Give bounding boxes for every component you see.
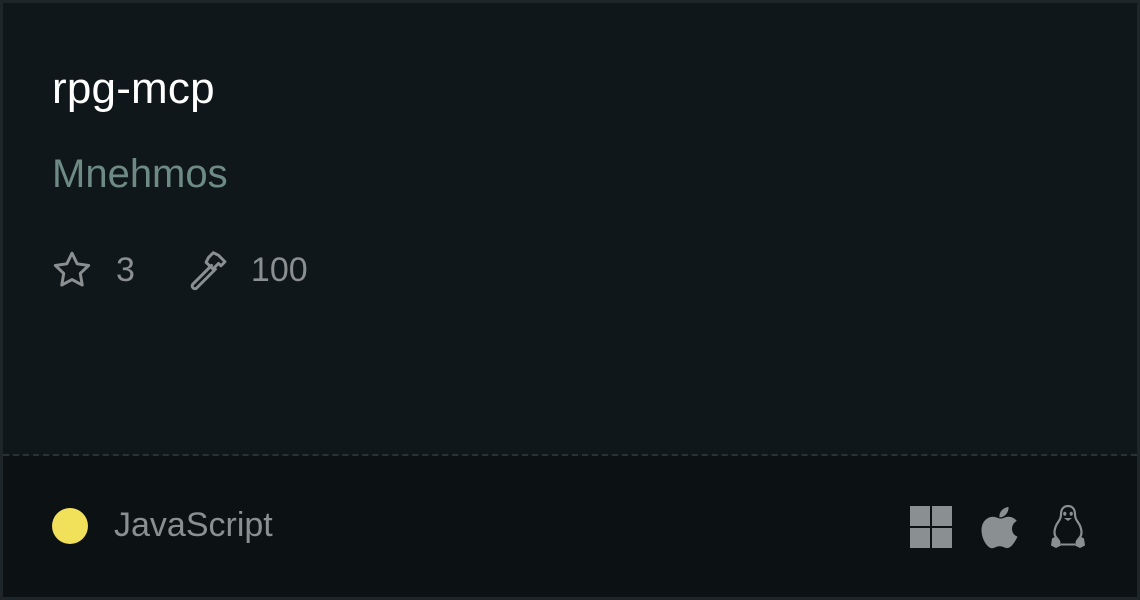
hammer-icon [190, 251, 227, 291]
star-icon [53, 251, 91, 287]
stats-row: 3 100 [50, 245, 308, 295]
language-name: JavaScript [114, 506, 273, 544]
language-color-dot [52, 507, 88, 544]
stars-stat: 3 [50, 248, 135, 292]
repo-owner[interactable]: Mnehmos [52, 147, 228, 201]
linux-icon [1051, 504, 1085, 548]
tools-stat: 100 [185, 248, 308, 292]
apple-icon [981, 507, 1018, 549]
windows-icon [910, 506, 952, 548]
card-footer: JavaScript [3, 456, 1137, 597]
stars-count: 3 [116, 250, 135, 289]
tools-count: 100 [250, 250, 308, 289]
language-label: JavaScript [52, 506, 273, 545]
platform-icons [909, 504, 1087, 550]
repo-name[interactable]: rpg-mcp [52, 59, 215, 119]
card-header: rpg-mcp Mnehmos 3 100 [3, 3, 1137, 455]
repo-card[interactable]: rpg-mcp Mnehmos 3 100 JavaScript [0, 0, 1140, 600]
